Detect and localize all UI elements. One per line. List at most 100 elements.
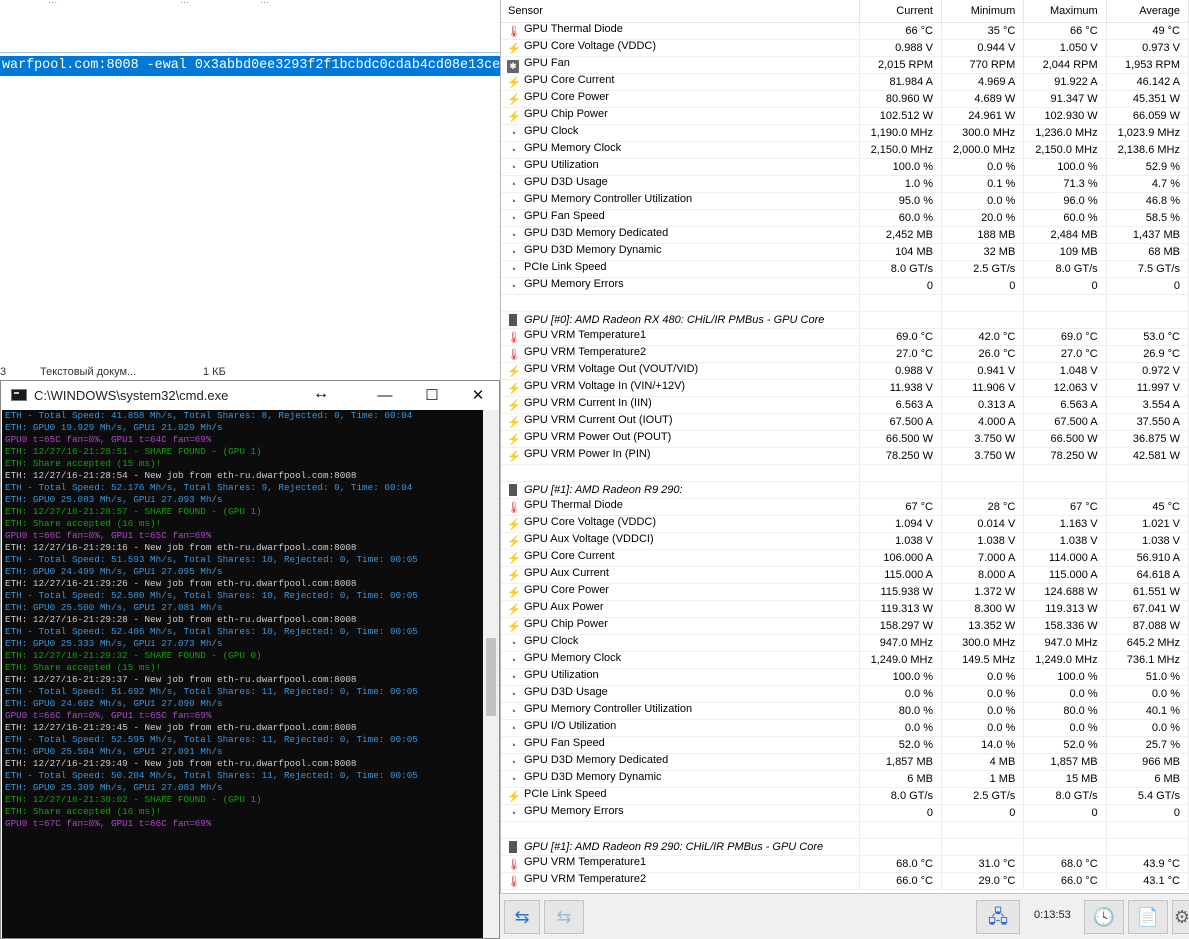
sensor-row[interactable]: 🌡 GPU Thermal Diode 66 °C 35 °C 66 °C 49 °C: [501, 22, 1189, 40]
sensor-group-row[interactable]: GPU [#1]: AMD Radeon R9 290: CHiL/IR PMB…: [501, 838, 1189, 856]
sensor-row[interactable]: ◔ GPU Utilization 100.0 % 0.0 % 100.0 % 51.0 …: [501, 668, 1189, 686]
cmd-window[interactable]: C:\WINDOWS\system32\cmd.exe ↔ — ☐ ✕ ETH …: [0, 380, 500, 939]
navigate-arrows-disabled-icon[interactable]: ⇆: [544, 900, 584, 934]
sensor-row[interactable]: ⚡ GPU Core Power 115.938 W 1.372 W 124.688 W…: [501, 583, 1189, 601]
scrollbar-thumb[interactable]: [486, 638, 496, 716]
sensor-row[interactable]: ⚡ GPU VRM Power In (PIN) 78.250 W 3.750 W 78…: [501, 447, 1189, 465]
column-header-minimum[interactable]: Minimum: [941, 0, 1025, 23]
sensor-row[interactable]: ⚡ GPU Core Current 106.000 A 7.000 A 114.000…: [501, 549, 1189, 567]
sensor-row[interactable]: ⚡ GPU Core Power 80.960 W 4.689 W 91.347 W 45…: [501, 90, 1189, 108]
current-value: 0: [859, 277, 942, 295]
sensor-row[interactable]: ⚡ GPU VRM Power Out (POUT) 66.500 W 3.750 W…: [501, 430, 1189, 448]
sensor-row[interactable]: ⚡ GPU VRM Voltage In (VIN/+12V) 11.938 V 11…: [501, 379, 1189, 397]
sensor-row[interactable]: 🌡 GPU VRM Temperature1 69.0 °C 42.0 °C 69.0 …: [501, 328, 1189, 346]
sensor-name-cell: ◔ GPU D3D Memory Dedicated: [501, 753, 860, 771]
maximum-value: 109 MB: [1023, 243, 1107, 261]
current-value: 8.0 GT/s: [859, 260, 942, 278]
console-line: ETH: GPU0 24.499 Mh/s, GPU1 27.095 Mh/s: [5, 566, 223, 577]
sensor-row[interactable]: ⚡ PCIe Link Speed 8.0 GT/s 2.5 GT/s 8.0 GT/s…: [501, 787, 1189, 805]
sensor-group-title: GPU [#1]: AMD Radeon R9 290:: [524, 484, 683, 496]
spacer-cell: [1106, 821, 1189, 839]
sensor-row[interactable]: ⚡ GPU VRM Current Out (IOUT) 67.500 A 4.000…: [501, 413, 1189, 431]
minimum-value: 1.038 V: [941, 532, 1025, 550]
sensor-row[interactable]: ◔ GPU Utilization 100.0 % 0.0 % 100.0 % 52.9 …: [501, 158, 1189, 176]
sensor-name-cell: ⚡ GPU VRM Power Out (POUT): [501, 430, 860, 448]
sensor-row[interactable]: ⚡ GPU Core Voltage (VDDC) 0.988 V 0.944 V 1.…: [501, 39, 1189, 57]
sensor-row[interactable]: ◔ GPU Memory Errors 0 0 0 0: [501, 804, 1189, 822]
maximum-value: 96.0 %: [1023, 192, 1107, 210]
sensor-panel[interactable]: Sensor Current Minimum Maximum Average 🌡…: [500, 0, 1189, 893]
sensor-row[interactable]: ⚡ GPU Aux Voltage (VDDCI) 1.038 V 1.038 V 1.…: [501, 532, 1189, 550]
maximize-button[interactable]: ☐: [409, 381, 455, 410]
console-scrollbar[interactable]: [483, 410, 499, 938]
current-value: 100.0 %: [859, 158, 942, 176]
sensor-name: GPU Thermal Diode: [524, 23, 623, 35]
navigate-arrows-icon[interactable]: ⇆: [504, 900, 540, 934]
sensor-row[interactable]: ⚡ GPU Aux Power 119.313 W 8.300 W 119.313 W6…: [501, 600, 1189, 618]
file-list-row[interactable]: 3 Текстовый докум... 1 КБ: [0, 366, 500, 380]
column-header-average[interactable]: Average: [1106, 0, 1189, 23]
minimize-button[interactable]: —: [362, 381, 408, 410]
sensor-row[interactable]: ◔ GPU Clock 947.0 MHz 300.0 MHz 947.0 MHz 645…: [501, 634, 1189, 652]
column-header-maximum[interactable]: Maximum: [1023, 0, 1107, 23]
sensor-row[interactable]: ◔ GPU D3D Usage 0.0 % 0.0 % 0.0 % 0.0 %: [501, 685, 1189, 703]
sensor-row[interactable]: ⚡ GPU Core Voltage (VDDC) 1.094 V 0.014 V 1.…: [501, 515, 1189, 533]
sensor-row[interactable]: ✱ GPU Fan 2,015 RPM 770 RPM 2,044 RPM 1,953 R…: [501, 56, 1189, 74]
sensor-row[interactable]: ◔ GPU Memory Errors 0 0 0 0: [501, 277, 1189, 295]
sensor-row[interactable]: ⚡ GPU Chip Power 102.512 W 24.961 W 102.930 …: [501, 107, 1189, 125]
sensor-row[interactable]: ◔ GPU Clock 1,190.0 MHz 300.0 MHz 1,236.0 MH…: [501, 124, 1189, 142]
sensor-row[interactable]: ◔ GPU I/O Utilization 0.0 % 0.0 % 0.0 % 0.0 %: [501, 719, 1189, 737]
sensor-row[interactable]: 🌡 GPU VRM Temperature1 68.0 °C 31.0 °C 68.0 …: [501, 855, 1189, 873]
average-value: 1.021 V: [1106, 515, 1189, 533]
sensor-row[interactable]: ⚡ GPU Core Current 81.984 A 4.969 A 91.922 A…: [501, 73, 1189, 91]
column-header-current[interactable]: Current: [859, 0, 942, 23]
voltage-icon: ⚡: [507, 434, 521, 446]
sensor-row[interactable]: ⚡ GPU VRM Voltage Out (VOUT/VID) 0.988 V 0.…: [501, 362, 1189, 380]
average-value: 43.9 °C: [1106, 855, 1189, 873]
current-value: 80.0 %: [859, 702, 942, 720]
average-value: 0.972 V: [1106, 362, 1189, 380]
sensor-row[interactable]: ◔ GPU D3D Usage 1.0 % 0.1 % 71.3 % 4.7 %: [501, 175, 1189, 193]
sensor-name-cell: ⚡ GPU VRM Voltage In (VIN/+12V): [501, 379, 860, 397]
sensor-name: GPU Chip Power: [524, 618, 608, 630]
clock-icon[interactable]: 🕓: [1084, 900, 1124, 934]
sensor-row[interactable]: 🌡 GPU VRM Temperature2 27.0 °C 26.0 °C 27.0 …: [501, 345, 1189, 363]
report-icon[interactable]: 📄: [1128, 900, 1168, 934]
sensor-row[interactable]: ◔ GPU Fan Speed 60.0 % 20.0 % 60.0 % 58.5 %: [501, 209, 1189, 227]
sensor-row[interactable]: ◔ GPU D3D Memory Dynamic 6 MB 1 MB 15 MB 6 MB: [501, 770, 1189, 788]
sensor-row[interactable]: 🌡 GPU Thermal Diode 67 °C 28 °C 67 °C 45 °C: [501, 498, 1189, 516]
sensor-row[interactable]: ◔ GPU Memory Clock 2,150.0 MHz 2,000.0 MHz 2…: [501, 141, 1189, 159]
file-index: 3: [0, 366, 7, 378]
sensor-name-cell: ⚡ GPU Aux Voltage (VDDCI): [501, 532, 860, 550]
sensor-group-row[interactable]: GPU [#0]: AMD Radeon RX 480: CHiL/IR PMB…: [501, 311, 1189, 329]
sensor-row[interactable]: ◔ GPU Fan Speed 52.0 % 14.0 % 52.0 % 25.7 %: [501, 736, 1189, 754]
sensor-row[interactable]: 🌡 GPU VRM Temperature2 66.0 °C 29.0 °C 66.0 …: [501, 872, 1189, 890]
console-output[interactable]: ETH - Total Speed: 41.858 Mh/s, Total Sh…: [2, 410, 483, 938]
sensor-row[interactable]: ⚡ GPU Aux Current 115.000 A 8.000 A 115.000 …: [501, 566, 1189, 584]
settings-icon[interactable]: ⚙: [1172, 900, 1189, 934]
sensor-row[interactable]: ⚡ GPU Chip Power 158.297 W 13.352 W 158.336 …: [501, 617, 1189, 635]
sensor-row[interactable]: ◔ GPU D3D Memory Dedicated 2,452 MB 188 MB 2…: [501, 226, 1189, 244]
command-line-field[interactable]: warfpool.com:8008 -ewal 0x3abbd0ee3293f2…: [0, 52, 511, 79]
console-line: ETH - Total Speed: 51.593 Mh/s, Total Sh…: [5, 554, 418, 565]
average-value: 52.9 %: [1106, 158, 1189, 176]
sensor-row[interactable]: ◔ PCIe Link Speed 8.0 GT/s 2.5 GT/s 8.0 GT/s…: [501, 260, 1189, 278]
sensor-row[interactable]: ◔ GPU D3D Memory Dedicated 1,857 MB 4 MB 1,8…: [501, 753, 1189, 771]
sensor-row[interactable]: ◔ GPU D3D Memory Dynamic 104 MB 32 MB 109 MB…: [501, 243, 1189, 261]
column-header-sensor[interactable]: Sensor: [501, 0, 860, 23]
sensor-row[interactable]: ◔ GPU Memory Controller Utilization 80.0 %…: [501, 702, 1189, 720]
sensor-name: GPU Memory Controller Utilization: [524, 193, 693, 205]
sensor-row[interactable]: ⚡ GPU VRM Current In (IIN) 6.563 A 0.313 A6…: [501, 396, 1189, 414]
network-icon[interactable]: 🖧: [976, 900, 1020, 934]
sensor-row[interactable]: ◔ GPU Memory Clock 1,249.0 MHz 149.5 MHz 1,2…: [501, 651, 1189, 669]
cmd-titlebar[interactable]: C:\WINDOWS\system32\cmd.exe ↔ — ☐ ✕: [1, 381, 499, 410]
sensor-name-cell: 🌡 GPU Thermal Diode: [501, 22, 860, 40]
console-line: ETH: 12/27/16-21:29:37 - New job from et…: [5, 674, 357, 685]
sensor-group-row[interactable]: GPU [#1]: AMD Radeon R9 290:: [501, 481, 1189, 499]
close-button[interactable]: ✕: [455, 381, 501, 410]
average-value: 56.910 A: [1106, 549, 1189, 567]
sensor-row[interactable]: ◔ GPU Memory Controller Utilization 95.0 %…: [501, 192, 1189, 210]
sensor-group-cell: GPU [#1]: AMD Radeon R9 290: CHiL/IR PMB…: [501, 838, 860, 856]
minimum-value: 0.941 V: [941, 362, 1025, 380]
selected-command-text[interactable]: warfpool.com:8008 -ewal 0x3abbd0ee3293f2…: [0, 56, 511, 76]
